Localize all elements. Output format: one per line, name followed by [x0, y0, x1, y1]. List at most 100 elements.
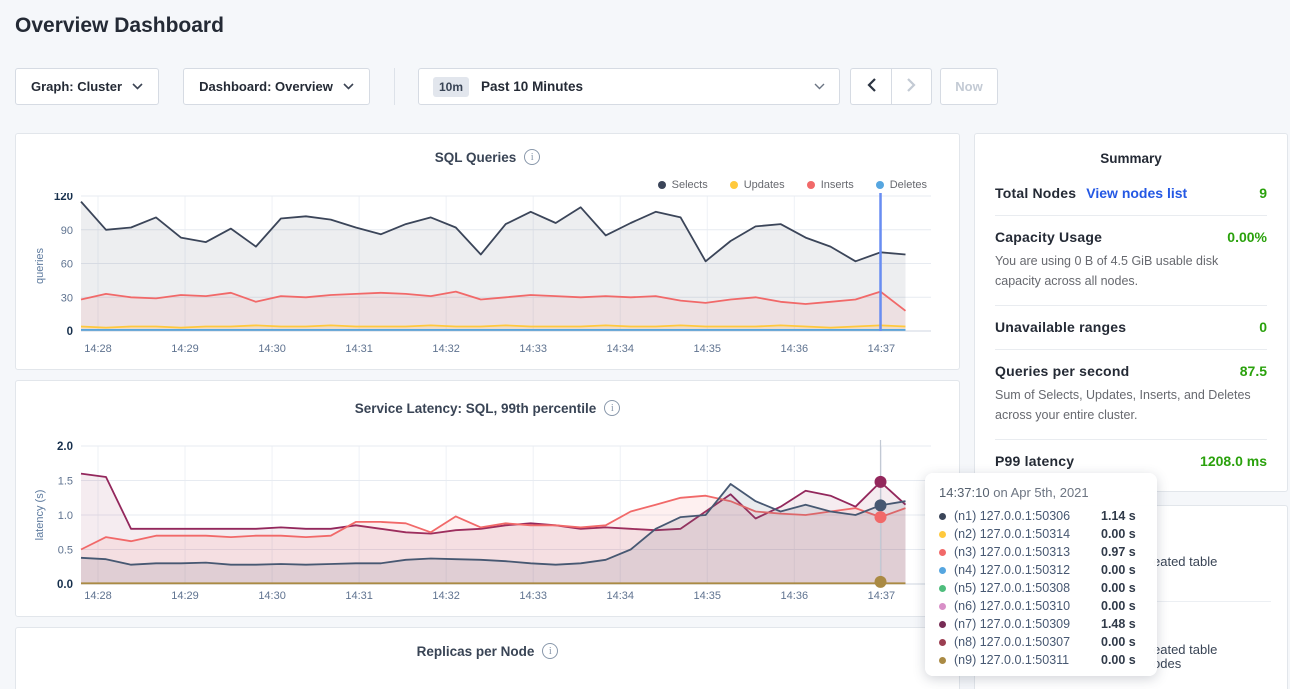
svg-text:14:29: 14:29 [171, 590, 199, 602]
svg-text:14:35: 14:35 [694, 590, 722, 602]
svg-text:14:34: 14:34 [606, 590, 634, 602]
service-latency-card: Service Latency: SQL, 99th percentile i … [15, 380, 960, 617]
info-icon[interactable]: i [604, 400, 620, 416]
svg-text:14:35: 14:35 [694, 343, 722, 355]
tooltip-row: (n5) 127.0.0.1:503080.00 s [939, 579, 1143, 597]
chart-title: SQL Queries [435, 150, 517, 165]
svg-text:14:29: 14:29 [171, 343, 199, 355]
node-address: (n2) 127.0.0.1:50314 [954, 527, 1093, 541]
time-nav-group [850, 68, 932, 105]
node-latency-value: 1.14 s [1101, 509, 1136, 523]
info-icon[interactable]: i [542, 643, 558, 659]
sql-queries-card: SQL Queries i Selects Updates Inserts Delet… [15, 133, 960, 370]
svg-text:14:30: 14:30 [258, 343, 286, 355]
node-latency-value: 0.97 s [1101, 545, 1136, 559]
chart-title: Replicas per Node [417, 644, 535, 659]
sql-queries-chart[interactable]: 14:28 14:29 14:30 14:31 14:32 14:33 14:34 14:35… [16, 193, 959, 356]
node-address: (n3) 127.0.0.1:50313 [954, 545, 1093, 559]
svg-text:14:31: 14:31 [345, 343, 373, 355]
legend-dot [876, 181, 884, 189]
summary-label: P99 latency [995, 453, 1074, 469]
node-color-dot [939, 657, 946, 664]
time-range-label: Past 10 Minutes [481, 79, 802, 94]
summary-value: 87.5 [1240, 363, 1267, 379]
time-range-badge: 10m [433, 77, 469, 97]
event-text-fragment: eated table [1153, 554, 1217, 569]
summary-label: Capacity Usage [995, 229, 1102, 245]
summary-row: Total NodesView nodes list9 [995, 172, 1267, 216]
dashboard-dropdown[interactable]: Dashboard: Overview [183, 68, 370, 105]
tooltip-row: (n6) 127.0.0.1:503100.00 s [939, 597, 1143, 615]
svg-text:14:30: 14:30 [258, 590, 286, 602]
time-range-dropdown[interactable]: 10m Past 10 Minutes [418, 68, 840, 105]
node-color-dot [939, 621, 946, 628]
svg-text:120: 120 [54, 193, 73, 203]
dashboard-dropdown-label: Dashboard: Overview [199, 79, 333, 94]
time-prev-button[interactable] [850, 68, 891, 105]
legend-label: Updates [744, 179, 785, 191]
svg-text:0.5: 0.5 [58, 545, 73, 557]
summary-value: 0.00% [1227, 229, 1267, 245]
svg-text:14:32: 14:32 [432, 590, 460, 602]
tooltip-row: (n1) 127.0.0.1:503061.14 s [939, 507, 1143, 525]
legend-dot [807, 181, 815, 189]
graph-dropdown[interactable]: Graph: Cluster [15, 68, 159, 105]
legend-label: Deletes [890, 179, 927, 191]
time-next-button[interactable] [891, 68, 932, 105]
tooltip-row: (n4) 127.0.0.1:50312 0.00 s [939, 561, 1143, 579]
node-address: (n7) 127.0.0.1:50309 [954, 617, 1093, 631]
chevron-left-icon [867, 78, 876, 95]
overview-dashboard-page: Overview Dashboard Graph: Cluster Dashbo… [0, 0, 1290, 689]
svg-text:14:28: 14:28 [84, 343, 112, 355]
legend-item-selects[interactable]: Selects [658, 179, 708, 191]
node-color-dot [939, 549, 946, 556]
node-latency-value: 0.00 s [1101, 599, 1136, 613]
view-nodes-list-link[interactable]: View nodes list [1086, 185, 1187, 201]
legend-item-inserts[interactable]: Inserts [807, 179, 854, 191]
summary-value: 1208.0 ms [1200, 453, 1267, 469]
node-color-dot [939, 639, 946, 646]
controls-divider [394, 68, 395, 105]
chart-title: Service Latency: SQL, 99th percentile [355, 401, 597, 416]
service-latency-chart[interactable]: 14:2814:2914:3014:3114:3214:3314:3414:35… [16, 431, 959, 603]
summary-label: Queries per second [995, 363, 1129, 379]
node-address: (n8) 127.0.0.1:50307 [954, 635, 1093, 649]
node-address: (n9) 127.0.0.1:50311 [954, 653, 1093, 667]
svg-text:14:36: 14:36 [781, 343, 809, 355]
svg-text:60: 60 [61, 259, 73, 271]
chevron-right-icon [907, 78, 916, 95]
summary-value: 9 [1259, 185, 1267, 201]
node-color-dot [939, 513, 946, 520]
node-latency-value: 1.48 s [1101, 617, 1136, 631]
svg-text:0: 0 [67, 326, 73, 338]
summary-desc: You are using 0 B of 4.5 GiB usable disk… [995, 251, 1267, 291]
svg-text:14:31: 14:31 [345, 590, 373, 602]
summary-panel: Summary Total NodesView nodes list9Capac… [974, 133, 1288, 492]
node-latency-value: 0.00 s [1101, 527, 1136, 541]
svg-text:30: 30 [61, 292, 73, 304]
tooltip-row: (n9) 127.0.0.1:503110.00 s [939, 651, 1143, 669]
summary-title: Summary [995, 134, 1267, 172]
svg-text:1.5: 1.5 [58, 476, 73, 488]
summary-row: Queries per second 87.5 Sum of Selects, Up… [995, 350, 1267, 440]
node-address: (n5) 127.0.0.1:50308 [954, 581, 1093, 595]
legend-item-updates[interactable]: Updates [730, 179, 785, 191]
svg-text:14:34: 14:34 [606, 343, 634, 355]
legend-item-deletes[interactable]: Deletes [876, 179, 927, 191]
tooltip-timestamp: 14:37:10 on Apr 5th, 2021 [939, 485, 1143, 500]
summary-row: Unavailable ranges0 [995, 306, 1267, 350]
svg-text:14:37: 14:37 [868, 590, 896, 602]
tooltip-row: (n7) 127.0.0.1:50309 1.48 s [939, 615, 1143, 633]
chevron-down-icon [814, 83, 825, 90]
svg-text:14:32: 14:32 [432, 343, 460, 355]
node-latency-value: 0.00 s [1101, 563, 1136, 577]
info-icon[interactable]: i [524, 149, 540, 165]
node-latency-value: 0.00 s [1101, 635, 1136, 649]
node-address: (n4) 127.0.0.1:50312 [954, 563, 1093, 577]
summary-label: Unavailable ranges [995, 319, 1126, 335]
summary-desc: Sum of Selects, Updates, Inserts, and De… [995, 385, 1267, 425]
svg-text:14:33: 14:33 [519, 343, 547, 355]
now-button[interactable]: Now [940, 68, 998, 105]
event-text-fragment: eated table [1153, 642, 1217, 657]
legend-label: Inserts [821, 179, 854, 191]
